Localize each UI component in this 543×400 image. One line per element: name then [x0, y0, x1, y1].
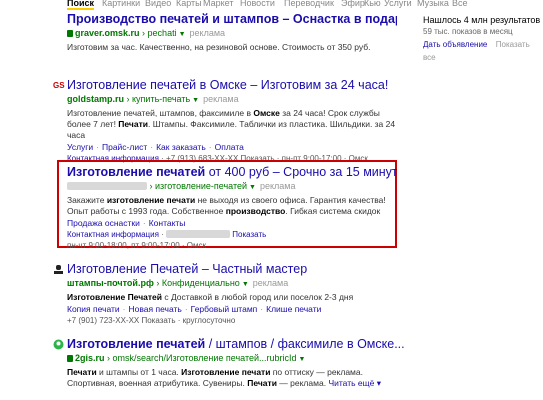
- result-snippet: Печати и штампы от 1 часа. Изготовление …: [67, 367, 381, 388]
- lock-icon: [67, 30, 73, 37]
- goldstamp-favicon-icon: GS: [53, 81, 65, 90]
- dropdown-icon[interactable]: ▼: [249, 184, 256, 191]
- search-result: Изготовление печатей / штампов / факсими…: [53, 337, 407, 389]
- ad-label: реклама: [259, 181, 296, 191]
- map-pin-icon: [53, 339, 64, 350]
- tab-music[interactable]: Музыка: [417, 0, 449, 9]
- tab-services[interactable]: Услуги: [384, 0, 412, 9]
- tab-video[interactable]: Видео: [145, 0, 171, 9]
- result-domain[interactable]: goldstamp.ru: [67, 94, 124, 104]
- result-snippet: Изготовление печатей, штампов, факсимиле…: [67, 108, 396, 140]
- lock-icon: [67, 355, 73, 362]
- tab-search[interactable]: Поиск: [67, 0, 95, 10]
- hours-line: пн-чт 9:00-18:00, пт 9:00-17:00 · Омск: [67, 241, 206, 250]
- sitelink-emblem[interactable]: Гербовый штамп: [191, 304, 258, 314]
- result-snippet: Изготовление Печатей с Доставкой в любой…: [67, 292, 354, 302]
- search-result: Изготовление печатей от 400 руб – Срочно…: [67, 165, 397, 251]
- sitelink-services[interactable]: Услуги: [67, 142, 93, 152]
- tab-market[interactable]: Маркет: [203, 0, 233, 9]
- sitelink-cliche[interactable]: Клише печати: [266, 304, 321, 314]
- city: Омск: [186, 241, 206, 250]
- sitelink-new[interactable]: Новая печать: [129, 304, 182, 314]
- contact-line: Контактная информация · Показать: [67, 230, 267, 239]
- sitelinks: Услуги · Прайс-лист · Как заказать · Оплата: [67, 142, 244, 152]
- hours: пн-чт 9:00-18:00, пт 9:00-17:00: [67, 241, 180, 250]
- result-title-link[interactable]: Изготовление печатей в Омске – Изготовим…: [67, 78, 397, 93]
- result-domain[interactable]: 2gis.ru: [75, 353, 105, 363]
- sitelinks: Копия печати · Новая печать · Гербовый штамп…: [67, 304, 322, 314]
- search-result: GS Изготовление печатей в Омске – Изгото…: [53, 78, 397, 164]
- result-title-link[interactable]: Изготовление Печатей – Частный мастер: [67, 262, 397, 277]
- result-url: штампы-почтой.рф › Конфиденциально ▼ рекла…: [67, 278, 289, 288]
- read-more-link[interactable]: Читать ещё: [328, 378, 374, 388]
- search-result: Производство печатей и штампов – Оснастк…: [67, 12, 397, 53]
- result-path[interactable]: omsk/search/Изготовление печатей...rubri…: [113, 353, 297, 363]
- ad-label: реклама: [203, 94, 239, 104]
- dropdown-icon[interactable]: ▼: [179, 31, 186, 38]
- ad-label: реклама: [189, 28, 226, 38]
- tab-images[interactable]: Картинки: [102, 0, 140, 9]
- result-title-link[interactable]: Производство печатей и штампов – Оснастк…: [67, 12, 397, 27]
- phone[interactable]: +7 (901) 723-ХХ-ХХ Показать: [67, 316, 176, 325]
- hidden-phone: [166, 230, 231, 238]
- sitelinks: Продажа оснастки · Контакты: [67, 218, 186, 228]
- result-path[interactable]: купить-печать: [132, 94, 190, 104]
- result-url: 2gis.ru › omsk/search/Изготовление печат…: [67, 352, 407, 366]
- show-phone-link[interactable]: Показать: [232, 230, 266, 239]
- sitelink-how-to-order[interactable]: Как заказать: [156, 142, 206, 152]
- sitelink-contacts[interactable]: Контакты: [149, 218, 186, 228]
- ad-label: реклама: [252, 278, 289, 288]
- chevron-down-icon[interactable]: ▾: [374, 378, 381, 388]
- result-url: goldstamp.ru › купить-печать ▼ реклама: [67, 94, 239, 104]
- result-domain[interactable]: graver.omsk.ru: [75, 28, 140, 38]
- tab-kyu[interactable]: Кью: [364, 0, 381, 9]
- sitelink-payment[interactable]: Оплата: [215, 142, 244, 152]
- result-snippet: Закажите изготовление печати не выходя и…: [67, 195, 386, 216]
- result-title-link[interactable]: Изготовление печатей от 400 руб – Срочно…: [67, 165, 397, 180]
- tab-translator[interactable]: Переводчик: [284, 0, 334, 9]
- sitelink-pricelist[interactable]: Прайс-лист: [102, 142, 147, 152]
- tab-news[interactable]: Новости: [240, 0, 275, 9]
- result-path[interactable]: Конфиденциально: [162, 278, 240, 288]
- contact-line: +7 (901) 723-ХХ-ХХ Показать · круглосуто…: [67, 316, 236, 325]
- result-snippet: Изготовим за час. Качественно, на резино…: [67, 42, 371, 52]
- search-stats: Нашлось 4 млн результатов 59 тыс. показо…: [423, 14, 543, 64]
- contact-info-link[interactable]: Контактная информация: [67, 230, 159, 239]
- tab-efir[interactable]: Эфир: [341, 0, 365, 9]
- hidden-domain: [67, 182, 147, 190]
- result-url: › изготовление-печатей ▼ реклама: [67, 180, 397, 194]
- sitelink-copy[interactable]: Копия печати: [67, 304, 120, 314]
- search-result: Изготовление Печатей – Частный мастер шт…: [54, 262, 397, 326]
- hours: круглосуточно: [182, 316, 236, 325]
- stamp-favicon-icon: [53, 264, 64, 275]
- search-tabs: Поиск Картинки Видео Карты Маркет Новост…: [0, 0, 543, 12]
- tab-maps[interactable]: Карты: [176, 0, 202, 9]
- sitelink-sale-accessories[interactable]: Продажа оснастки: [67, 218, 140, 228]
- tab-all[interactable]: Все: [452, 0, 468, 9]
- monthly-shows: 59 тыс. показов в месяц: [423, 27, 513, 36]
- dropdown-icon[interactable]: ▼: [242, 281, 249, 288]
- dropdown-icon[interactable]: ▼: [299, 356, 306, 363]
- result-path[interactable]: pechati: [148, 28, 177, 38]
- result-domain[interactable]: штампы-почтой.рф: [67, 278, 154, 288]
- results-count: Нашлось 4 млн результатов: [423, 15, 541, 25]
- result-url: graver.omsk.ru › pechati ▼ реклама: [67, 27, 397, 41]
- dropdown-icon[interactable]: ▼: [192, 97, 199, 104]
- result-path[interactable]: изготовление-печатей: [155, 181, 247, 191]
- result-title-link[interactable]: Изготовление печатей / штампов / факсими…: [67, 337, 407, 352]
- give-ad-link[interactable]: Дать объявление: [423, 40, 487, 49]
